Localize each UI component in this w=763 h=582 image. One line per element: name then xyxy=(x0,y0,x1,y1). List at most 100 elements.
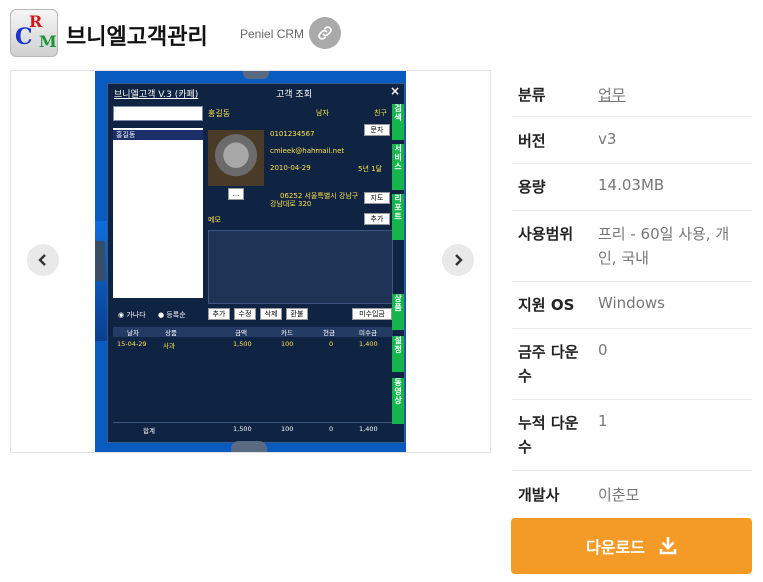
row-date: 15-04-29 xyxy=(117,340,147,348)
unpaid-button: 미수입금 xyxy=(352,308,392,320)
window-close-icon: × xyxy=(389,84,400,98)
screenshot-gallery: 브니엘고객 V.3 (카페) 고객 조회 × 홍길동 홍길동 남자 친구 ...… xyxy=(10,70,491,453)
info-key: 지원 OS xyxy=(518,296,575,314)
info-key-line1: 금주 다운 xyxy=(518,343,579,361)
sales-total-row: 합계 1,500 100 0 1,400 xyxy=(113,422,393,435)
total-card: 100 xyxy=(281,425,294,433)
side-tab-report: 리포트 xyxy=(392,194,404,240)
window-section-title: 고객 조회 xyxy=(276,90,312,100)
customer-name: 홍길동 xyxy=(208,109,231,118)
customer-relation: 친구 xyxy=(374,109,387,117)
sort-radio-alpha-label: 가나다 xyxy=(126,311,146,319)
total-cash: 0 xyxy=(329,425,334,433)
info-row-weekly-downloads: 금주 다운 수 0 xyxy=(512,329,752,400)
info-row-license: 사용범위 프리 - 60일 사용, 개 인, 국내 xyxy=(512,211,752,282)
download-button[interactable]: 다운로드 xyxy=(511,518,752,574)
action-refund-button: 환불 xyxy=(286,308,308,320)
info-key-line1: 누적 다운 xyxy=(518,414,579,432)
col-unpaid: 미수금 xyxy=(359,329,377,337)
col-product: 상품 xyxy=(165,329,177,337)
total-amount: 1,500 xyxy=(233,425,252,433)
crm-app-icon: C R M xyxy=(10,9,58,57)
link-icon xyxy=(318,26,332,40)
info-value: v3 xyxy=(598,130,617,148)
customer-list: 홍길동 xyxy=(113,128,203,298)
map-button: 지도 xyxy=(364,192,390,204)
info-key: 개발사 xyxy=(518,486,560,504)
total-label: 합계 xyxy=(143,427,155,435)
info-value-line1: 프리 - 60일 사용, 개 xyxy=(598,225,730,243)
customer-date: 2010-04-29 xyxy=(270,164,311,172)
memo-add-button: 추가 xyxy=(364,213,390,225)
row-unpaid: 1,400 xyxy=(359,340,378,348)
prev-screenshot-button[interactable] xyxy=(27,244,59,276)
info-value: 0 xyxy=(598,341,608,359)
info-value-line2: 인, 국내 xyxy=(598,249,649,267)
link-button[interactable] xyxy=(309,17,341,49)
app-header: C R M 브니엘고객관리 Peniel CRM xyxy=(10,9,750,59)
icon-letter-m: M xyxy=(39,32,57,51)
app-title: 브니엘고객관리 xyxy=(66,25,208,50)
info-row-size: 용량 14.03MB xyxy=(512,164,752,211)
info-value: 14.03MB xyxy=(598,176,665,194)
window-user-handle xyxy=(231,441,267,452)
sales-table-header: 날자 상품 금액 카드 현금 미수금 xyxy=(113,327,393,337)
customer-address-2: 강남대로 320 xyxy=(270,200,312,208)
download-label: 다운로드 xyxy=(586,538,645,557)
chevron-left-icon xyxy=(38,254,46,266)
side-tab-search: 검색 xyxy=(392,104,404,140)
photo-browse-button: ... xyxy=(228,188,244,200)
info-key: 용량 xyxy=(518,178,546,196)
next-screenshot-button[interactable] xyxy=(442,244,474,276)
sort-radio-reg-label: 등록순 xyxy=(166,311,186,319)
sort-radio-reg: ● 등록순 xyxy=(158,311,186,319)
window-collapse-handle xyxy=(243,71,269,79)
info-key-line2: 수 xyxy=(518,438,532,456)
side-tab-product: 상품 xyxy=(392,294,404,330)
info-row-developer: 개발사 이춘모 xyxy=(512,471,752,517)
row-amount: 1,500 xyxy=(233,340,252,348)
customer-list-item: 홍길동 xyxy=(113,130,203,140)
customer-email: cmleek@hahmail.net xyxy=(270,147,345,155)
side-tab-service: 서비스 xyxy=(392,144,404,190)
action-delete-button: 삭제 xyxy=(260,308,282,320)
col-amount: 금액 xyxy=(235,329,247,337)
customer-photo xyxy=(208,130,264,186)
info-key: 버전 xyxy=(518,132,546,150)
side-tab-video: 동영상 xyxy=(392,378,404,424)
window-left-handle xyxy=(95,241,105,281)
info-key: 사용범위 xyxy=(518,225,574,243)
info-row-category: 분류 업무 xyxy=(512,70,752,117)
side-tab-settings: 설정 xyxy=(392,336,404,372)
action-add-button: 추가 xyxy=(208,308,230,320)
row-product: 사과 xyxy=(163,342,175,350)
screenshot-image: 브니엘고객 V.3 (카페) 고객 조회 × 홍길동 홍길동 남자 친구 ...… xyxy=(95,71,406,452)
category-link[interactable]: 업무 xyxy=(598,84,626,105)
customer-search-input xyxy=(113,106,203,121)
info-key: 분류 xyxy=(518,86,546,104)
total-unpaid: 1,400 xyxy=(359,425,378,433)
desktop-background xyxy=(95,221,107,341)
row-card: 100 xyxy=(281,340,294,348)
col-cash: 현금 xyxy=(323,329,335,337)
info-value: 1 xyxy=(598,412,608,430)
crm-window: 브니엘고객 V.3 (카페) 고객 조회 × 홍길동 홍길동 남자 친구 ...… xyxy=(107,83,405,443)
download-icon xyxy=(659,537,677,555)
info-value: Windows xyxy=(598,294,665,312)
sales-table-row: 15-04-29 사과 1,500 100 0 1,400 xyxy=(113,340,393,350)
window-title: 브니엘고객 V.3 (카페) xyxy=(114,90,199,100)
app-info-table: 분류 업무 버전 v3 용량 14.03MB 사용범위 프리 - 60일 사용,… xyxy=(512,70,752,517)
memo-area xyxy=(208,230,393,304)
info-row-total-downloads: 누적 다운 수 1 xyxy=(512,400,752,471)
info-key-line2: 수 xyxy=(518,367,532,385)
app-subtitle: Peniel CRM xyxy=(240,27,305,41)
row-cash: 0 xyxy=(329,340,334,348)
info-value: 이춘모 xyxy=(598,486,640,504)
memo-label: 메모 xyxy=(208,216,221,224)
col-card: 카드 xyxy=(281,329,293,337)
customer-duration: 5년 1달 xyxy=(358,165,383,173)
customer-gender: 남자 xyxy=(316,109,329,117)
action-edit-button: 수정 xyxy=(234,308,256,320)
col-date: 날자 xyxy=(127,329,139,337)
sms-button: 문자 xyxy=(364,124,390,136)
